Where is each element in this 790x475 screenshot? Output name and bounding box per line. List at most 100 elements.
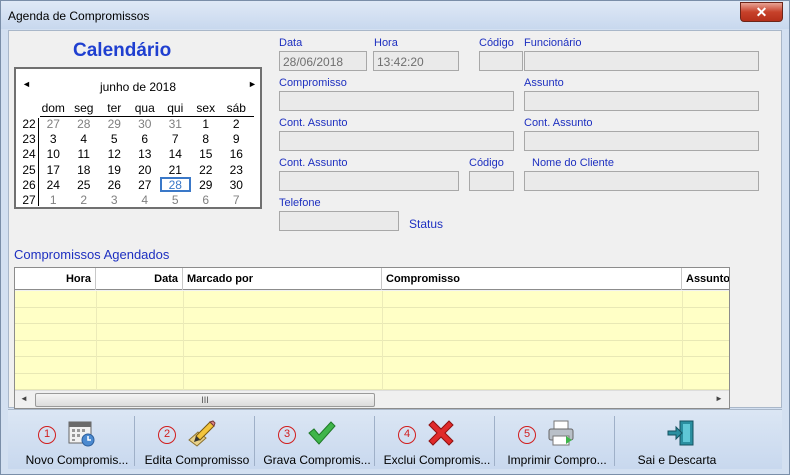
calendar-day[interactable]: 9 — [221, 131, 252, 146]
grava-compromisso-label: Grava Compromis... — [263, 453, 371, 467]
calendar-day[interactable]: 21 — [160, 162, 191, 177]
column-header-hora[interactable]: Hora — [15, 268, 96, 290]
codigo-cliente-field[interactable] — [469, 171, 514, 191]
calendar-day[interactable]: 5 — [99, 131, 130, 146]
cont-assunto-field-1[interactable] — [279, 131, 514, 151]
funcionario-field[interactable] — [524, 51, 759, 71]
table-row[interactable] — [15, 308, 729, 324]
exclui-compromisso-button[interactable]: 4 Exclui Compromis... — [376, 414, 494, 468]
shortcut-badge: 2 — [158, 426, 176, 444]
calendar-day[interactable]: 24 — [38, 177, 69, 192]
calendar-day[interactable]: 2 — [221, 116, 252, 131]
calendar-day[interactable]: 26 — [99, 177, 130, 192]
shortcut-badge: 3 — [278, 426, 296, 444]
calendar-day-selected[interactable]: 28 — [160, 177, 191, 193]
table-row[interactable] — [15, 291, 729, 308]
compromisso-field[interactable] — [279, 91, 514, 111]
calendar-day[interactable]: 4 — [130, 192, 161, 207]
column-header-data[interactable]: Data — [96, 268, 183, 290]
calendar-day[interactable]: 23 — [221, 162, 252, 177]
scroll-right-icon[interactable]: ► — [715, 394, 723, 403]
calendar-day[interactable]: 29 — [191, 177, 222, 192]
calendar-day[interactable]: 28 — [69, 116, 100, 131]
calendar-day[interactable]: 13 — [130, 147, 161, 162]
close-button[interactable]: ✕ — [740, 2, 783, 22]
calendar-day[interactable]: 17 — [38, 162, 69, 177]
month-calendar[interactable]: ◄ junho de 2018 ► dom seg ter qua qui se… — [14, 67, 262, 209]
scroll-left-icon[interactable]: ◄ — [20, 394, 28, 403]
column-header-assunto[interactable]: Assunto — [682, 268, 729, 290]
codigo-label: Código — [479, 37, 514, 49]
calendar-day[interactable]: 25 — [69, 177, 100, 192]
cont-assunto-field-3[interactable] — [279, 171, 459, 191]
grid-body[interactable] — [15, 291, 729, 390]
column-header-marcado-por[interactable]: Marcado por — [183, 268, 382, 290]
column-header-compromisso[interactable]: Compromisso — [382, 268, 682, 290]
cont-assunto-field-2[interactable] — [524, 131, 759, 151]
calendar-day[interactable]: 12 — [99, 147, 130, 162]
codigo-cliente-label: Código — [469, 157, 504, 169]
table-row[interactable] — [15, 341, 729, 357]
week-number: 22 — [22, 116, 36, 131]
calendar-day[interactable]: 6 — [191, 192, 222, 207]
calendar-title: Calendário — [73, 40, 172, 61]
table-row[interactable] — [15, 324, 729, 341]
calendar-day[interactable]: 2 — [69, 192, 100, 207]
next-month-arrow-icon[interactable]: ► — [248, 79, 257, 89]
calendar-day[interactable]: 18 — [69, 162, 100, 177]
calendar-day[interactable]: 27 — [38, 116, 69, 131]
calendar-day[interactable]: 20 — [130, 162, 161, 177]
calendar-day[interactable]: 8 — [191, 131, 222, 146]
printer-icon — [548, 420, 574, 446]
codigo-field[interactable] — [479, 51, 523, 71]
data-field[interactable]: 28/06/2018 — [279, 51, 367, 71]
table-row[interactable] — [15, 357, 729, 374]
calendar-day[interactable]: 7 — [160, 131, 191, 146]
table-row[interactable] — [15, 374, 729, 390]
shortcut-badge: 5 — [518, 426, 536, 444]
calendar-day[interactable]: 30 — [130, 116, 161, 131]
sai-e-descarta-button[interactable]: Sai e Descarta — [616, 414, 734, 468]
cont-assunto-label-2: Cont. Assunto — [524, 117, 593, 129]
calendar-day[interactable]: 15 — [191, 147, 222, 162]
edita-compromisso-label: Edita Compromisso — [144, 453, 250, 467]
calendar-day[interactable]: 22 — [191, 162, 222, 177]
assunto-field[interactable] — [524, 91, 759, 111]
status-label: Status — [409, 217, 444, 231]
appointments-grid[interactable]: Hora Data Marcado por Compromisso Assunt… — [14, 267, 730, 409]
data-label: Data — [279, 37, 303, 49]
edita-compromisso-button[interactable]: 2 Edita Compromisso — [136, 414, 254, 468]
calendar-day[interactable]: 1 — [191, 116, 222, 131]
calendar-day[interactable]: 16 — [221, 147, 252, 162]
calendar-day[interactable]: 5 — [160, 192, 191, 207]
weekday-label: sáb — [226, 100, 246, 115]
calendar-day[interactable]: 11 — [69, 147, 100, 162]
calendar-day[interactable]: 14 — [160, 147, 191, 162]
weekday-label: sex — [196, 100, 216, 115]
calendar-day[interactable]: 3 — [38, 131, 69, 146]
telefone-field[interactable] — [279, 211, 399, 231]
calendar-day[interactable]: 31 — [160, 116, 191, 131]
calendar-day[interactable]: 30 — [221, 177, 252, 192]
calendar-day[interactable]: 1 — [38, 192, 69, 207]
grava-compromisso-button[interactable]: 3 Grava Compromis... — [256, 414, 374, 468]
hora-label: Hora — [374, 37, 398, 49]
calendar-day[interactable]: 10 — [38, 147, 69, 162]
calendar-day[interactable]: 19 — [99, 162, 130, 177]
nome-cliente-field[interactable] — [524, 171, 759, 191]
horizontal-scrollbar[interactable]: ◄ III ► — [15, 390, 729, 408]
application-window: Agenda de Compromissos ✕ Calendário ◄ ju… — [0, 0, 790, 475]
hora-field[interactable]: 13:42:20 — [373, 51, 459, 71]
scrollbar-thumb[interactable]: III — [35, 393, 375, 407]
imprimir-compromisso-button[interactable]: 5 Imprimir Compro... — [496, 414, 614, 468]
calendar-day[interactable]: 3 — [99, 192, 130, 207]
title-bar[interactable]: Agenda de Compromissos ✕ — [1, 1, 789, 29]
calendar-day[interactable]: 6 — [130, 131, 161, 146]
shortcut-badge: 4 — [398, 426, 416, 444]
calendar-day[interactable]: 4 — [69, 131, 100, 146]
cont-assunto-label-3: Cont. Assunto — [279, 157, 348, 169]
calendar-day[interactable]: 7 — [221, 192, 252, 207]
calendar-day[interactable]: 29 — [99, 116, 130, 131]
novo-compromisso-button[interactable]: 1 Novo Compromis... — [16, 414, 134, 468]
calendar-day[interactable]: 27 — [130, 177, 161, 192]
